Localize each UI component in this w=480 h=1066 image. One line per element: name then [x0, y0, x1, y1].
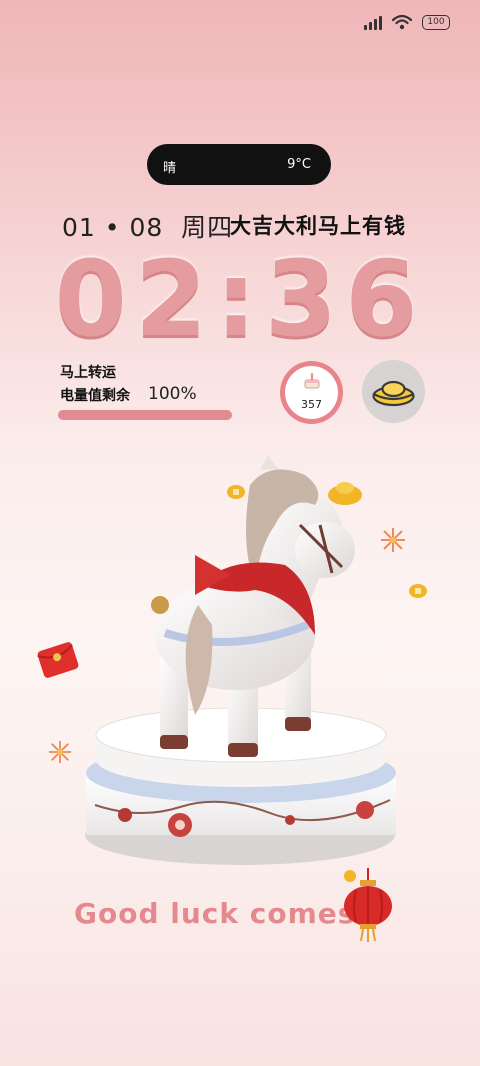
fortune-title: 马上转运: [60, 365, 116, 381]
steps-value: 357: [301, 398, 322, 411]
fortune-progress-bar: [58, 410, 232, 420]
red-envelope-icon: [37, 642, 79, 678]
coin-icon: [227, 485, 245, 499]
lock-clock: 02:36: [54, 238, 426, 360]
weather-temperature: 9°C: [287, 157, 311, 172]
fortune-value: 100%: [148, 384, 197, 404]
fortune-progress-fill: [58, 410, 232, 420]
slogan-text: 大吉大利马上有钱: [230, 214, 406, 238]
gold-ingot-icon: [372, 380, 415, 407]
horse-music-box-illustration: [85, 455, 396, 865]
tagline-text: Good luck comes: [74, 897, 356, 930]
wifi-icon: [392, 14, 412, 30]
gold-ingot-button[interactable]: [362, 360, 425, 423]
status-bar: 100: [364, 14, 450, 30]
signal-icon: [364, 14, 382, 30]
battery-icon: 100: [422, 14, 450, 30]
steps-widget[interactable]: 357: [280, 361, 343, 424]
coin-icon: [409, 584, 427, 598]
lantern-icon: [344, 868, 392, 942]
firework-icon: [381, 528, 405, 552]
weather-condition: 晴: [163, 161, 177, 176]
weather-pill[interactable]: 晴 9°C: [147, 144, 331, 185]
cake-icon: [304, 372, 320, 389]
fortune-label: 电量值剩余: [60, 388, 130, 404]
firework-icon: [48, 740, 72, 764]
